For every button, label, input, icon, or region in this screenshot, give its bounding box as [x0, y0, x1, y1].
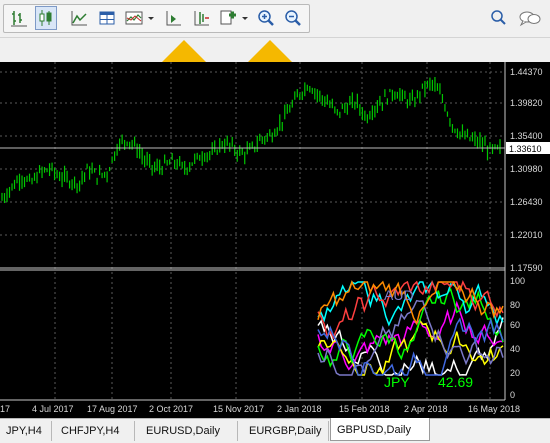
tab-eurusd-daily[interactable]: EURUSD,Daily [140, 421, 238, 441]
toolbar-group [3, 4, 310, 33]
search-icon [491, 10, 506, 25]
chart-canvas[interactable]: 1.44370 1.39820 1.35400 1.30980 1.26430 … [0, 62, 550, 418]
candlestick-icon [39, 10, 52, 26]
price-scale: 1.44370 1.39820 1.35400 1.30980 1.26430 … [510, 67, 543, 273]
indicators-button[interactable] [217, 6, 239, 30]
indicator-tick-label: 60 [510, 320, 520, 330]
price-tick-label: 1.35400 [510, 131, 543, 141]
indicator-scale: 100 80 60 40 20 0 [510, 276, 525, 400]
indicator-label-aud: AUD [384, 287, 414, 303]
tab-gbpusd-daily[interactable]: GBPUSD,Daily [330, 418, 430, 441]
date-tick-label: 17 Aug 2017 [87, 404, 138, 414]
date-tick-label: 2 Apr 2018 [404, 404, 448, 414]
current-price-label: 1.33610 [509, 144, 542, 154]
chart-grid [0, 62, 505, 400]
date-tick-label: 15 Feb 2018 [339, 404, 390, 414]
tab-jpy-h4[interactable]: JPY,H4 [0, 421, 52, 441]
templates-button[interactable] [123, 6, 145, 30]
price-series [1, 76, 501, 204]
price-tick-label: 1.17590 [510, 263, 543, 273]
date-tick-label: 15 Nov 2017 [213, 404, 264, 414]
indicator-tick-label: 0 [510, 390, 515, 400]
indicator-tick-label: 20 [510, 368, 520, 378]
date-tick-label: 17 [0, 404, 10, 414]
date-tick-label: 16 May 2018 [468, 404, 520, 414]
zoom-in-button[interactable] [255, 6, 277, 30]
bar-chart-icon [11, 11, 27, 27]
chat-icon [519, 11, 541, 27]
date-tick-label: 4 Jul 2017 [32, 404, 74, 414]
price-tick-label: 1.39820 [510, 98, 543, 108]
chat-button[interactable] [516, 6, 544, 30]
chart-window[interactable]: 1.44370 1.39820 1.35400 1.30980 1.26430 … [0, 62, 550, 418]
line-chart-button[interactable] [68, 6, 90, 30]
price-tick-label: 1.26430 [510, 197, 543, 207]
tab-chfjpy-h4[interactable]: CHFJPY,H4 [55, 421, 135, 441]
date-tick-label: 2 Oct 2017 [149, 404, 193, 414]
indicator-tick-label: 40 [510, 344, 520, 354]
templates-dropdown-arrow-icon[interactable] [148, 17, 154, 20]
chart-shift-button[interactable] [190, 6, 212, 30]
templates-icon [125, 11, 143, 25]
indicator-tick-label: 100 [510, 276, 525, 286]
trading-terminal-window: 1.44370 1.39820 1.35400 1.30980 1.26430 … [0, 0, 550, 443]
indicators-icon [220, 10, 236, 25]
chart-toolbar [0, 0, 550, 38]
grid-window-button[interactable] [96, 6, 118, 30]
candlestick-button[interactable] [35, 6, 57, 30]
zoom-out-button[interactable] [282, 6, 304, 30]
zoom-out-icon [285, 10, 301, 26]
chart-tabs-bar: JPY,H4 CHFJPY,H4 EURUSD,Daily EURGBP,Dai… [0, 418, 550, 443]
price-tick-label: 1.44370 [510, 67, 543, 77]
grid-window-icon [99, 11, 115, 25]
bar-chart-button[interactable] [8, 6, 30, 30]
indicators-dropdown-arrow-icon[interactable] [242, 17, 248, 20]
search-button[interactable] [488, 6, 510, 30]
auto-scroll-button[interactable] [162, 6, 184, 30]
time-scale: 17 4 Jul 2017 17 Aug 2017 2 Oct 2017 15 … [0, 404, 520, 414]
chart-shift-icon [194, 11, 209, 26]
line-chart-icon [71, 11, 87, 26]
indicator-value-jpy: 42.69 [438, 374, 473, 390]
auto-scroll-icon [166, 11, 181, 26]
zoom-in-icon [258, 10, 274, 26]
indicator-tick-label: 80 [510, 300, 520, 310]
indicator-label-jpy: JPY [384, 374, 410, 390]
price-tick-label: 1.30980 [510, 164, 543, 174]
tab-eurgbp-daily[interactable]: EURGBP,Daily [243, 421, 329, 441]
date-tick-label: 2 Jan 2018 [277, 404, 322, 414]
price-tick-label: 1.22010 [510, 230, 543, 240]
